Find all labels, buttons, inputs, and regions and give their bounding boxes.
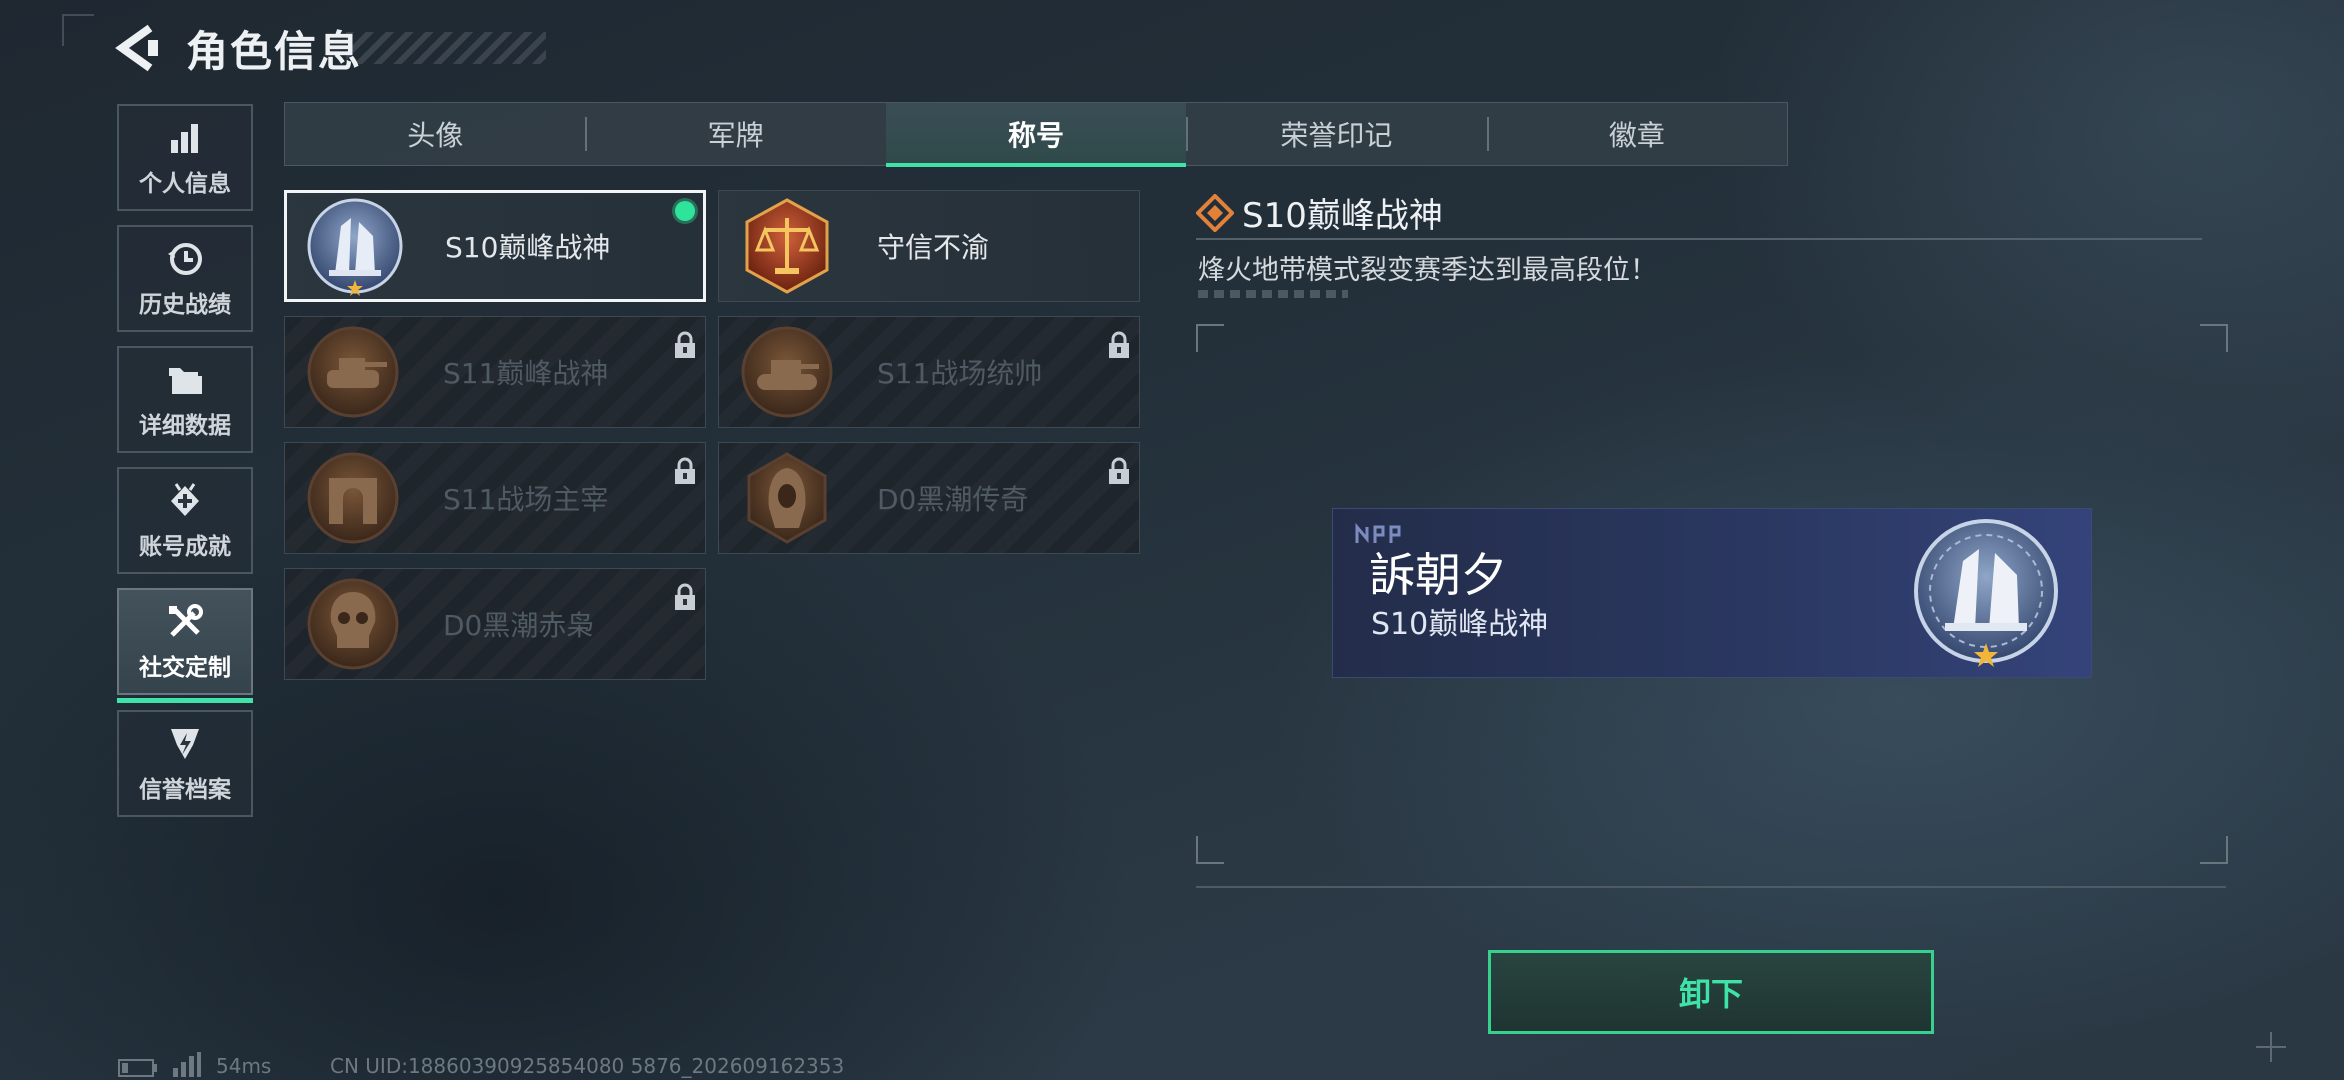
tab-title[interactable]: 称号 [885,103,1187,167]
player-name: 訴朝夕 [1369,548,1507,602]
sidebar-item-detailed-data[interactable]: 详细数据 [117,346,253,453]
lock-icon [675,331,695,358]
sidebar-item-label: 信誉档案 [139,776,231,803]
sidebar-item-label: 社交定制 [139,654,231,681]
title-name: 守信不渝 [877,231,990,264]
credit-shield-icon [165,724,205,764]
uid-text: CN UID:18860390925854080 5876_2026091623… [330,1054,845,1078]
sidebar-item-label: 历史战绩 [139,291,231,318]
sidebar-item-credit-record[interactable]: 信誉档案 [117,710,253,817]
title-card-s11-commander[interactable]: S11战场统帅 [718,316,1140,428]
clock-icon [165,239,205,279]
back-arrow-icon [115,24,158,72]
tank-medal-icon [741,326,833,418]
tab-avatar[interactable]: 头像 [285,103,585,165]
scales-medal-icon [745,198,829,294]
achievement-icon [165,481,205,521]
title-decoration [346,32,546,64]
tab-honor-mark[interactable]: 荣誉印记 [1186,103,1486,165]
ping-text: 54ms [216,1054,272,1078]
divider [1196,238,2202,240]
title-name: S11战场主宰 [443,483,609,516]
frame-corner [1196,836,1224,864]
title-name: S11巅峰战神 [443,357,609,390]
frame-corner [2200,324,2228,352]
title-name: D0黑潮赤枭 [443,609,595,642]
title-preview-banner: 訴朝夕 S10巅峰战神 [1332,508,2092,678]
tools-icon [165,602,205,642]
tab-dog-tag[interactable]: 军牌 [585,103,885,165]
title-name: D0黑潮传奇 [877,483,1029,516]
title-diamond-icon [1196,194,1234,232]
sidebar-item-label: 账号成就 [139,533,231,560]
title-card-trustworthy[interactable]: 守信不渝 [718,190,1140,302]
unequip-button[interactable]: 卸下 [1488,950,1934,1034]
arch-medal-icon [307,452,399,544]
title-name: S10巅峰战神 [445,231,611,264]
tank-medal-icon [307,326,399,418]
tab-bar: 头像 军牌 称号 荣誉印记 徽章 [284,102,1788,167]
lock-icon [675,583,695,610]
signal-icon [173,1052,201,1077]
sidebar-item-achievements[interactable]: 账号成就 [117,467,253,574]
title-card-s10-peak[interactable]: S10巅峰战神 [284,190,706,302]
title-card-d0-legend[interactable]: D0黑潮传奇 [718,442,1140,554]
page-title: 角色信息 [186,27,363,76]
lock-icon [675,457,695,484]
decorative-caption [1198,290,1348,298]
sidebar-item-match-history[interactable]: 历史战绩 [117,225,253,332]
folder-icon [165,360,205,400]
sidebar-item-personal-info[interactable]: 个人信息 [117,104,253,211]
title-card-d0-red-owl[interactable]: D0黑潮赤枭 [284,568,706,680]
plus-decoration-icon [2256,1032,2286,1062]
title-card-s11-peak[interactable]: S11巅峰战神 [284,316,706,428]
sidebar-item-label: 个人信息 [139,170,231,197]
corner-decoration [62,14,94,46]
back-button[interactable] [112,22,164,74]
title-card-s11-dominator[interactable]: S11战场主宰 [284,442,706,554]
sidebar-item-label: 详细数据 [139,412,231,439]
lock-icon [1109,457,1129,484]
frame-corner [2200,836,2228,864]
equipped-indicator [675,201,695,221]
hooded-medal-icon [747,452,827,544]
detail-description: 烽火地带模式裂变赛季达到最高段位！ [1198,255,1657,286]
divider [1196,886,2226,888]
skull-medal-icon [307,578,399,670]
lock-icon [1109,331,1129,358]
tab-badge[interactable]: 徽章 [1486,103,1787,165]
blue-tower-medal-icon [1914,519,2058,667]
equipped-title: S10巅峰战神 [1371,607,1549,642]
bar-chart-icon [165,118,205,158]
sidebar-item-social-custom[interactable]: 社交定制 [117,588,253,703]
title-name: S11战场统帅 [877,357,1043,390]
blue-tower-medal-icon [307,198,403,296]
battery-icon [118,1059,157,1077]
frame-corner [1196,324,1224,352]
detail-title: S10巅峰战神 [1242,196,1443,236]
